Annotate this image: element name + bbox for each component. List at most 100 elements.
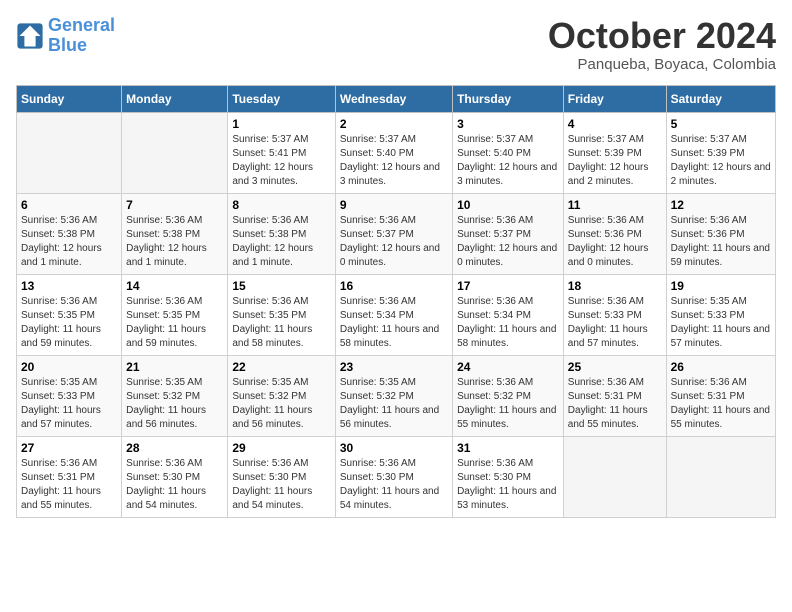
day-number: 20 <box>21 360 117 374</box>
calendar-cell: 6Sunrise: 5:36 AM Sunset: 5:38 PM Daylig… <box>17 193 122 274</box>
calendar-cell: 21 Sunrise: 5:35 AM Sunset: 5:32 PM Dayli… <box>122 355 228 436</box>
day-info: Sunrise: 5:36 AM Sunset: 5:30 PM Dayligh… <box>126 457 223 513</box>
day-info: Sunrise: 5:36 AM Sunset: 5:31 PM Dayligh… <box>568 376 662 432</box>
day-number: 23 <box>340 360 448 374</box>
day-info: Sunrise: 5:35 AM Sunset: 5:32 PM Dayligh… <box>340 376 448 432</box>
day-info: Sunrise: 5:35 AM Sunset: 5:32 PM Dayligh… <box>232 376 330 432</box>
logo-line1: General <box>48 15 115 35</box>
day-info: Sunrise: 5:36 AM Sunset: 5:30 PM Dayligh… <box>232 457 330 513</box>
calendar-cell: 5 Sunrise: 5:37 AM Sunset: 5:39 PM Daylig… <box>666 112 775 193</box>
calendar-cell: 30 Sunrise: 5:36 AM Sunset: 5:30 PM Dayli… <box>335 436 452 517</box>
calendar-cell: 29Sunrise: 5:36 AM Sunset: 5:30 PM Dayli… <box>228 436 335 517</box>
day-number: 15 <box>232 279 330 293</box>
day-info: Sunrise: 5:36 AM Sunset: 5:31 PM Dayligh… <box>671 376 771 432</box>
day-info: Sunrise: 5:37 AM Sunset: 5:39 PM Dayligh… <box>671 133 771 189</box>
day-number: 5 <box>671 117 771 131</box>
day-number: 14 <box>126 279 223 293</box>
day-info: Sunrise: 5:36 AM Sunset: 5:35 PM Dayligh… <box>21 295 117 351</box>
week-row-3: 13Sunrise: 5:36 AM Sunset: 5:35 PM Dayli… <box>17 274 776 355</box>
page-header: General Blue October 2024 Panqueba, Boya… <box>16 16 776 73</box>
column-header-saturday: Saturday <box>666 85 775 112</box>
calendar-cell <box>17 112 122 193</box>
day-number: 10 <box>457 198 559 212</box>
day-number: 30 <box>340 441 448 455</box>
day-info: Sunrise: 5:35 AM Sunset: 5:32 PM Dayligh… <box>126 376 223 432</box>
column-header-friday: Friday <box>563 85 666 112</box>
day-info: Sunrise: 5:36 AM Sunset: 5:30 PM Dayligh… <box>340 457 448 513</box>
calendar-cell: 27 Sunrise: 5:36 AM Sunset: 5:31 PM Dayli… <box>17 436 122 517</box>
calendar-cell: 9 Sunrise: 5:36 AM Sunset: 5:37 PM Daylig… <box>335 193 452 274</box>
day-number: 18 <box>568 279 662 293</box>
day-info: Sunrise: 5:36 AM Sunset: 5:30 PM Dayligh… <box>457 457 559 513</box>
day-number: 12 <box>671 198 771 212</box>
day-number: 31 <box>457 441 559 455</box>
day-number: 17 <box>457 279 559 293</box>
day-info: Sunrise: 5:36 AM Sunset: 5:33 PM Dayligh… <box>568 295 662 351</box>
week-row-2: 6Sunrise: 5:36 AM Sunset: 5:38 PM Daylig… <box>17 193 776 274</box>
calendar-cell: 7 Sunrise: 5:36 AM Sunset: 5:38 PM Daylig… <box>122 193 228 274</box>
header-row: SundayMondayTuesdayWednesdayThursdayFrid… <box>17 85 776 112</box>
calendar-cell: 3Sunrise: 5:37 AM Sunset: 5:40 PM Daylig… <box>453 112 564 193</box>
day-number: 21 <box>126 360 223 374</box>
day-info: Sunrise: 5:36 AM Sunset: 5:34 PM Dayligh… <box>457 295 559 351</box>
day-number: 9 <box>340 198 448 212</box>
day-info: Sunrise: 5:36 AM Sunset: 5:38 PM Dayligh… <box>21 214 117 270</box>
day-info: Sunrise: 5:36 AM Sunset: 5:37 PM Dayligh… <box>340 214 448 270</box>
calendar-cell: 13Sunrise: 5:36 AM Sunset: 5:35 PM Dayli… <box>17 274 122 355</box>
title-block: October 2024 Panqueba, Boyaca, Colombia <box>548 16 776 73</box>
day-info: Sunrise: 5:35 AM Sunset: 5:33 PM Dayligh… <box>21 376 117 432</box>
column-header-wednesday: Wednesday <box>335 85 452 112</box>
calendar-cell: 16Sunrise: 5:36 AM Sunset: 5:34 PM Dayli… <box>335 274 452 355</box>
calendar-cell: 8Sunrise: 5:36 AM Sunset: 5:38 PM Daylig… <box>228 193 335 274</box>
day-info: Sunrise: 5:37 AM Sunset: 5:39 PM Dayligh… <box>568 133 662 189</box>
calendar-cell: 19Sunrise: 5:35 AM Sunset: 5:33 PM Dayli… <box>666 274 775 355</box>
day-number: 16 <box>340 279 448 293</box>
day-number: 1 <box>232 117 330 131</box>
calendar-cell <box>563 436 666 517</box>
calendar-cell: 24 Sunrise: 5:36 AM Sunset: 5:32 PM Dayli… <box>453 355 564 436</box>
page-subtitle: Panqueba, Boyaca, Colombia <box>548 56 776 73</box>
day-info: Sunrise: 5:36 AM Sunset: 5:36 PM Dayligh… <box>568 214 662 270</box>
column-header-tuesday: Tuesday <box>228 85 335 112</box>
logo-icon <box>16 22 44 50</box>
column-header-thursday: Thursday <box>453 85 564 112</box>
calendar-cell: 11 Sunrise: 5:36 AM Sunset: 5:36 PM Dayli… <box>563 193 666 274</box>
day-info: Sunrise: 5:36 AM Sunset: 5:37 PM Dayligh… <box>457 214 559 270</box>
logo-text: General Blue <box>48 16 115 56</box>
day-number: 7 <box>126 198 223 212</box>
day-number: 19 <box>671 279 771 293</box>
day-info: Sunrise: 5:37 AM Sunset: 5:41 PM Dayligh… <box>232 133 330 189</box>
day-info: Sunrise: 5:36 AM Sunset: 5:35 PM Dayligh… <box>126 295 223 351</box>
day-number: 26 <box>671 360 771 374</box>
calendar-cell: 4 Sunrise: 5:37 AM Sunset: 5:39 PM Daylig… <box>563 112 666 193</box>
calendar-cell: 1 Sunrise: 5:37 AM Sunset: 5:41 PM Daylig… <box>228 112 335 193</box>
day-info: Sunrise: 5:36 AM Sunset: 5:35 PM Dayligh… <box>232 295 330 351</box>
day-info: Sunrise: 5:36 AM Sunset: 5:32 PM Dayligh… <box>457 376 559 432</box>
day-number: 4 <box>568 117 662 131</box>
calendar-cell: 23 Sunrise: 5:35 AM Sunset: 5:32 PM Dayli… <box>335 355 452 436</box>
column-header-sunday: Sunday <box>17 85 122 112</box>
week-row-1: 1 Sunrise: 5:37 AM Sunset: 5:41 PM Daylig… <box>17 112 776 193</box>
day-number: 24 <box>457 360 559 374</box>
day-info: Sunrise: 5:36 AM Sunset: 5:31 PM Dayligh… <box>21 457 117 513</box>
day-number: 11 <box>568 198 662 212</box>
day-info: Sunrise: 5:36 AM Sunset: 5:38 PM Dayligh… <box>126 214 223 270</box>
day-number: 25 <box>568 360 662 374</box>
calendar-cell: 25 Sunrise: 5:36 AM Sunset: 5:31 PM Dayli… <box>563 355 666 436</box>
calendar-cell <box>122 112 228 193</box>
day-number: 22 <box>232 360 330 374</box>
calendar-cell: 26 Sunrise: 5:36 AM Sunset: 5:31 PM Dayli… <box>666 355 775 436</box>
day-info: Sunrise: 5:36 AM Sunset: 5:36 PM Dayligh… <box>671 214 771 270</box>
calendar-cell: 28 Sunrise: 5:36 AM Sunset: 5:30 PM Dayli… <box>122 436 228 517</box>
calendar-cell: 18 Sunrise: 5:36 AM Sunset: 5:33 PM Dayli… <box>563 274 666 355</box>
calendar-cell <box>666 436 775 517</box>
logo-line2: Blue <box>48 35 87 55</box>
week-row-5: 27 Sunrise: 5:36 AM Sunset: 5:31 PM Dayli… <box>17 436 776 517</box>
calendar-cell: 22 Sunrise: 5:35 AM Sunset: 5:32 PM Dayli… <box>228 355 335 436</box>
calendar-cell: 2Sunrise: 5:37 AM Sunset: 5:40 PM Daylig… <box>335 112 452 193</box>
day-number: 2 <box>340 117 448 131</box>
calendar-cell: 12 Sunrise: 5:36 AM Sunset: 5:36 PM Dayli… <box>666 193 775 274</box>
day-number: 28 <box>126 441 223 455</box>
day-number: 8 <box>232 198 330 212</box>
day-number: 27 <box>21 441 117 455</box>
